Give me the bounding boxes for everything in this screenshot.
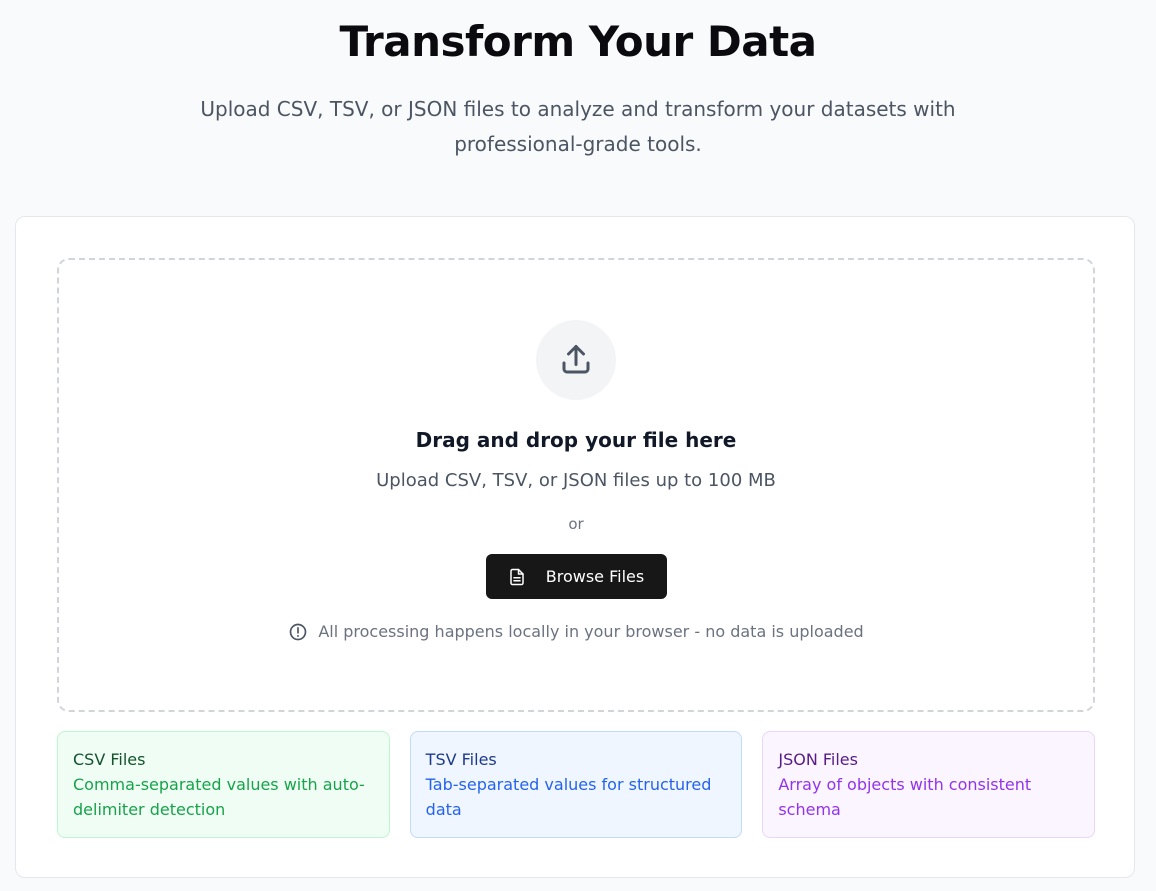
privacy-note-text: All processing happens locally in your b… xyxy=(318,622,864,641)
upload-card: Drag and drop your file here Upload CSV,… xyxy=(15,216,1135,878)
privacy-note: All processing happens locally in your b… xyxy=(288,621,864,643)
file-type-csv: CSV Files Comma-separated values with au… xyxy=(57,731,390,838)
file-type-description: Tab-separated values for structured data xyxy=(425,775,712,819)
file-type-description: Comma-separated values with auto-delimit… xyxy=(73,775,365,819)
dropzone-or-label: or xyxy=(568,515,584,533)
hero-section: Transform Your Data Upload CSV, TSV, or … xyxy=(0,0,1156,162)
page-title: Transform Your Data xyxy=(339,17,818,66)
file-type-title: TSV Files xyxy=(425,750,497,769)
file-icon xyxy=(510,568,524,585)
file-type-list: CSV Files Comma-separated values with au… xyxy=(57,731,1096,838)
dropzone-subtitle: Upload CSV, TSV, or JSON files up to 100… xyxy=(376,470,776,491)
file-type-title: JSON Files xyxy=(778,750,858,769)
upload-icon-container xyxy=(536,320,616,400)
file-type-json: JSON Files Array of objects with consist… xyxy=(762,731,1096,838)
dropzone-title: Drag and drop your file here xyxy=(415,428,737,452)
browse-files-label: Browse Files xyxy=(545,567,645,586)
file-type-description: Array of objects with consistent schema xyxy=(778,775,1032,819)
file-type-title: CSV Files xyxy=(73,750,146,769)
file-type-tsv: TSV Files Tab-separated values for struc… xyxy=(409,731,743,838)
info-icon xyxy=(289,623,307,641)
page-subtitle: Upload CSV, TSV, or JSON files to analyz… xyxy=(200,97,956,156)
upload-icon xyxy=(562,345,590,374)
browse-files-button[interactable]: Browse Files xyxy=(485,554,667,599)
file-dropzone[interactable]: Drag and drop your file here Upload CSV,… xyxy=(57,258,1095,712)
